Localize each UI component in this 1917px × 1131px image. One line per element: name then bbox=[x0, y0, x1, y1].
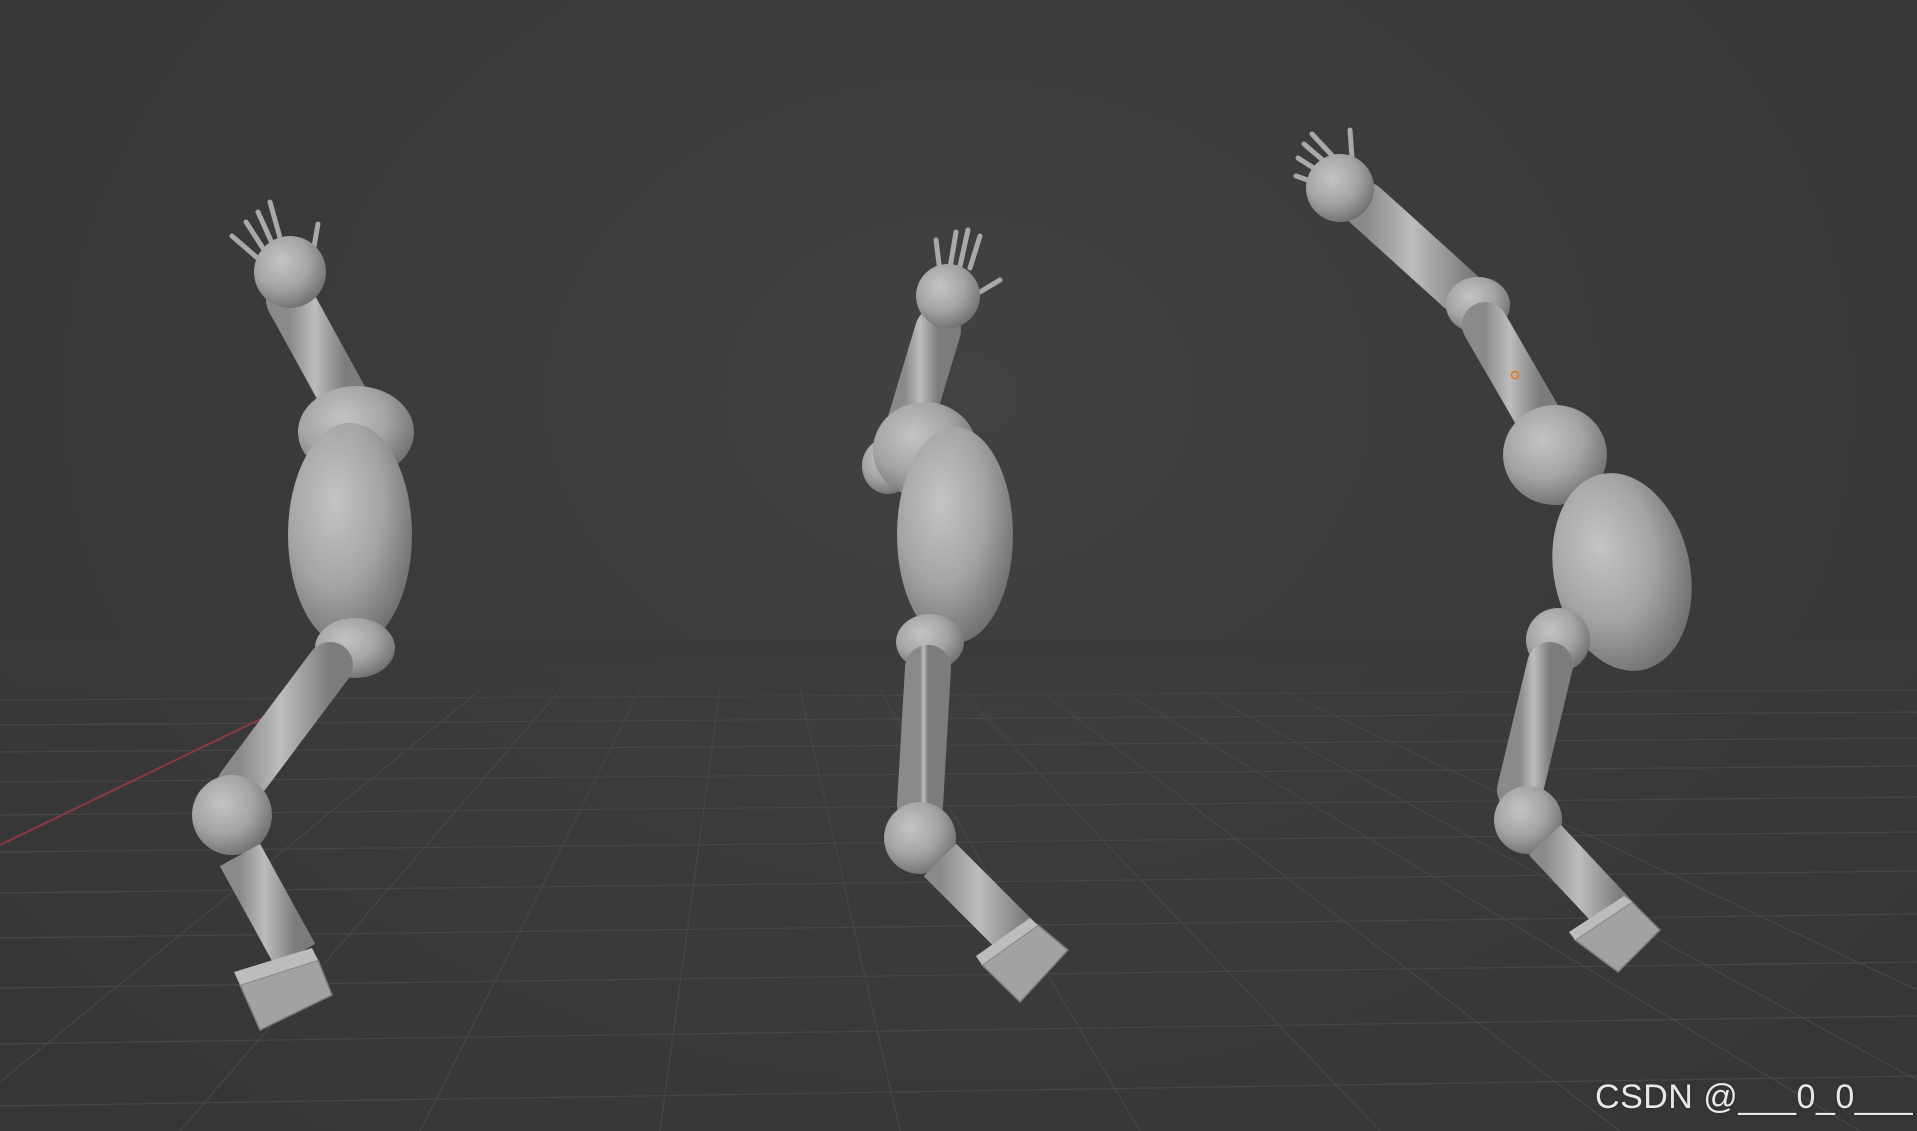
figure-left[interactable] bbox=[192, 199, 414, 1032]
watermark-text: CSDN @___0_0___ bbox=[1595, 1078, 1913, 1116]
torso bbox=[288, 423, 412, 647]
hand-joint bbox=[254, 236, 326, 308]
shin bbox=[219, 843, 316, 967]
hand-joint bbox=[1306, 154, 1374, 222]
knee-joint bbox=[192, 775, 272, 855]
thigh bbox=[1497, 642, 1573, 813]
hand-joint bbox=[916, 264, 980, 328]
3d-viewport[interactable]: CSDN @___0_0___ bbox=[0, 0, 1917, 1131]
forearm bbox=[1342, 182, 1493, 323]
figure-right[interactable] bbox=[1293, 127, 1709, 973]
forearm bbox=[266, 276, 369, 424]
torso bbox=[897, 427, 1013, 643]
viewport-scene bbox=[0, 127, 1917, 1131]
thigh bbox=[897, 645, 951, 828]
figure-middle[interactable] bbox=[862, 227, 1070, 1004]
